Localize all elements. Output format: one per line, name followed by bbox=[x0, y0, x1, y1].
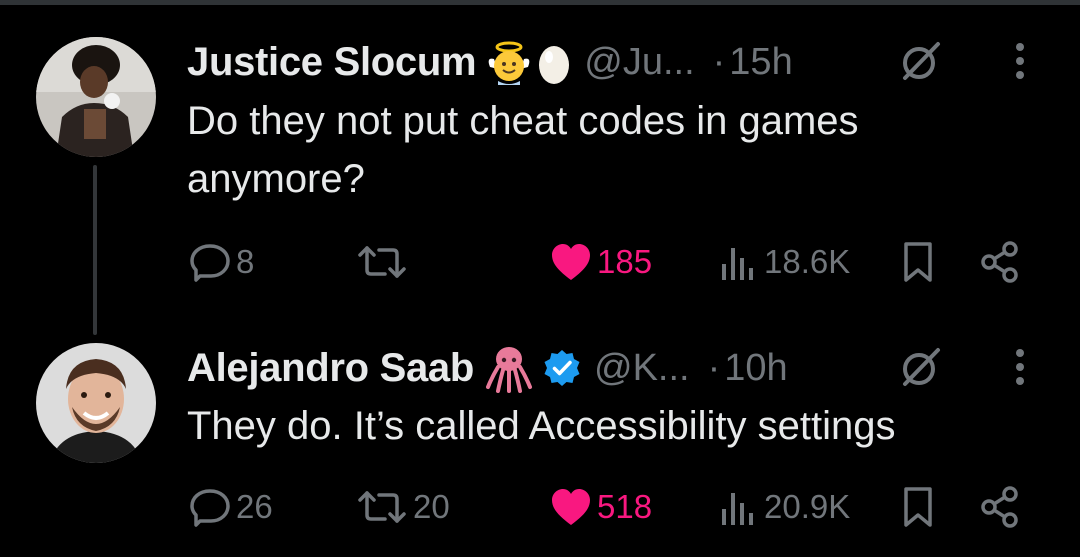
reply-icon bbox=[190, 489, 230, 527]
separator-dot: · bbox=[712, 40, 726, 83]
reply-count: 8 bbox=[236, 243, 255, 280]
heart-icon bbox=[552, 489, 590, 525]
egg-emoji-icon bbox=[536, 39, 572, 85]
bookmark-icon bbox=[904, 487, 932, 527]
views-icon bbox=[722, 248, 753, 280]
like-count: 185 bbox=[597, 243, 653, 280]
grok-icon[interactable] bbox=[896, 342, 946, 392]
octopus-emoji-icon bbox=[484, 343, 534, 393]
avatar-alejandro-saab[interactable] bbox=[36, 343, 156, 463]
views-button[interactable]: 20.9K bbox=[716, 482, 850, 532]
like-button[interactable]: 518 bbox=[549, 482, 652, 532]
top-divider bbox=[0, 0, 1080, 5]
repost-icon bbox=[358, 246, 406, 278]
views-count: 18.6K bbox=[764, 243, 851, 280]
reply-count: 26 bbox=[236, 488, 273, 525]
bookmark-icon bbox=[904, 242, 932, 282]
author-handle[interactable]: @K... bbox=[594, 347, 690, 390]
share-icon bbox=[981, 241, 1018, 283]
reply-button[interactable]: 8 bbox=[188, 237, 254, 287]
tweet-header: Alejandro Saab @K... · 10h bbox=[187, 340, 788, 396]
views-icon bbox=[722, 493, 753, 525]
author-name[interactable]: Justice Slocum bbox=[187, 40, 477, 85]
tweet-header: Justice Slocum @Ju... · 15h bbox=[187, 34, 793, 90]
share-icon bbox=[981, 486, 1018, 528]
share-button[interactable] bbox=[978, 482, 1022, 532]
timestamp[interactable]: 15h bbox=[729, 41, 792, 84]
repost-icon bbox=[358, 491, 406, 523]
bookmark-button[interactable] bbox=[898, 237, 938, 287]
avatar-justice-slocum[interactable] bbox=[36, 37, 156, 157]
more-icon[interactable] bbox=[1010, 342, 1030, 392]
bookmark-button[interactable] bbox=[898, 482, 938, 532]
tweet-text: Do they not put cheat codes in games any… bbox=[187, 99, 859, 201]
verified-badge-icon bbox=[542, 348, 582, 388]
grok-icon[interactable] bbox=[896, 36, 946, 86]
share-button[interactable] bbox=[978, 237, 1022, 287]
timestamp[interactable]: 10h bbox=[724, 347, 787, 390]
angel-emoji-icon bbox=[486, 39, 532, 85]
views-button[interactable]: 18.6K bbox=[716, 237, 850, 287]
author-name[interactable]: Alejandro Saab bbox=[187, 346, 474, 391]
separator-dot: · bbox=[707, 346, 721, 389]
reply-icon bbox=[190, 244, 230, 282]
tweet-text: They do. It’s called Accessibility setti… bbox=[187, 404, 896, 448]
more-icon[interactable] bbox=[1010, 36, 1030, 86]
reply-button[interactable]: 26 bbox=[188, 482, 273, 532]
thread-connector-line bbox=[93, 165, 97, 335]
views-count: 20.9K bbox=[764, 488, 851, 525]
heart-icon bbox=[552, 244, 590, 280]
like-count: 518 bbox=[597, 488, 653, 525]
like-button[interactable]: 185 bbox=[549, 237, 652, 287]
repost-button[interactable]: 20 bbox=[355, 482, 450, 532]
author-handle[interactable]: @Ju... bbox=[584, 41, 694, 84]
repost-button[interactable] bbox=[355, 237, 413, 287]
repost-count: 20 bbox=[413, 488, 450, 525]
